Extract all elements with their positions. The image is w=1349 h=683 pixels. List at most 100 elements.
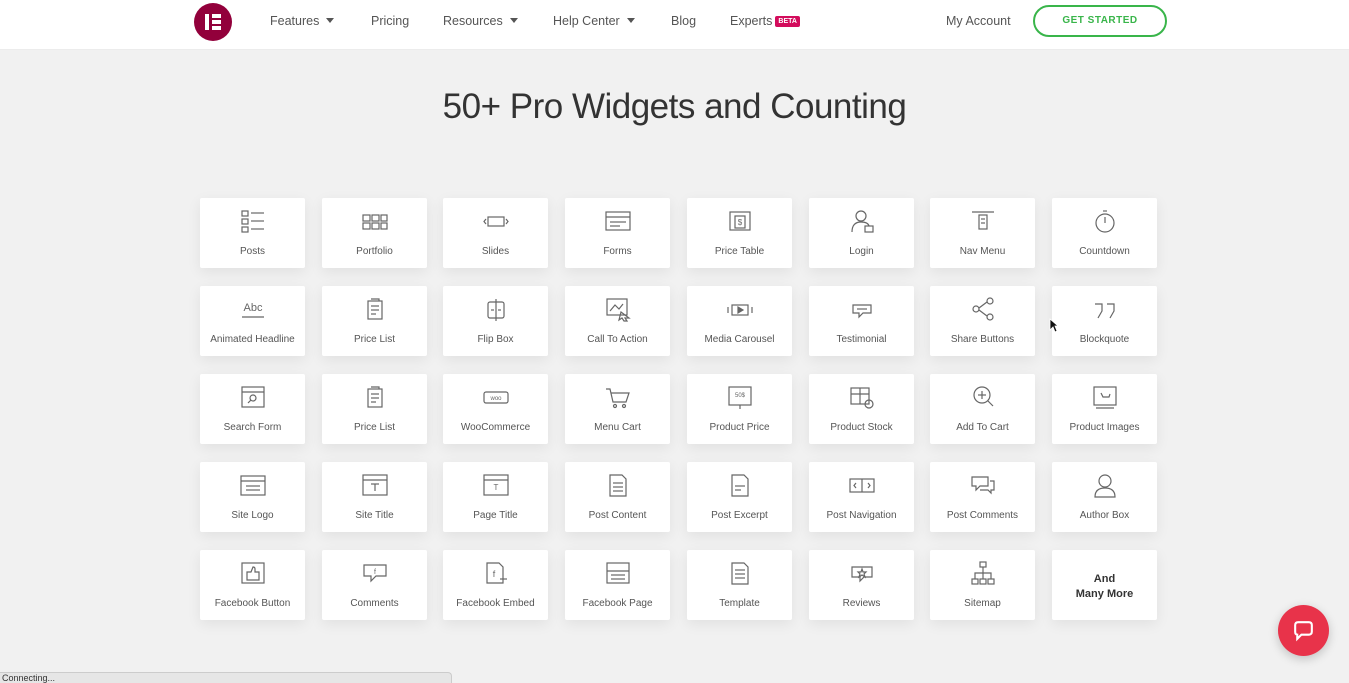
widget-tile[interactable]: Product Price xyxy=(687,374,792,444)
widget-tile[interactable]: Menu Cart xyxy=(565,374,670,444)
widget-tile[interactable]: Product Stock xyxy=(809,374,914,444)
list-icon xyxy=(240,208,266,234)
nav-help-center[interactable]: Help Center xyxy=(553,14,635,28)
post-excerpt-icon xyxy=(727,472,753,498)
widget-tile[interactable]: Page Title xyxy=(443,462,548,532)
widget-tile[interactable]: Post Navigation xyxy=(809,462,914,532)
chevron-down-icon xyxy=(509,18,518,23)
widget-tile[interactable]: Product Images xyxy=(1052,374,1157,444)
widget-tile[interactable]: Site Title xyxy=(322,462,427,532)
widget-label: Animated Headline xyxy=(210,334,295,345)
nav-pricing[interactable]: Pricing xyxy=(371,14,409,28)
widget-label: Comments xyxy=(350,598,399,609)
cart-icon xyxy=(605,384,631,410)
widget-label: Template xyxy=(719,598,760,609)
widget-tile[interactable]: Template xyxy=(687,550,792,620)
widget-tile[interactable]: Facebook Page xyxy=(565,550,670,620)
post-navigation-icon xyxy=(849,472,875,498)
widget-tile[interactable]: Countdown xyxy=(1052,198,1157,268)
widget-tile[interactable]: Post Content xyxy=(565,462,670,532)
widget-tile[interactable]: Call To Action xyxy=(565,286,670,356)
widget-tile[interactable]: Flip Box xyxy=(443,286,548,356)
widget-label: Author Box xyxy=(1079,510,1130,521)
widget-label: Sitemap xyxy=(964,598,1001,609)
widget-label: Facebook Page xyxy=(582,598,653,609)
widget-tile[interactable]: Author Box xyxy=(1052,462,1157,532)
widget-tile[interactable]: Reviews xyxy=(809,550,914,620)
widget-tile[interactable]: Sitemap xyxy=(930,550,1035,620)
user-lock-icon xyxy=(849,208,875,234)
widget-tile[interactable]: Media Carousel xyxy=(687,286,792,356)
price-list-icon xyxy=(362,384,388,410)
chevron-down-icon xyxy=(326,18,335,23)
flip-box-icon xyxy=(483,296,509,322)
widget-label: Site Title xyxy=(355,510,394,521)
price-list-icon xyxy=(362,296,388,322)
abc-icon xyxy=(240,296,266,322)
widget-label: Facebook Embed xyxy=(456,598,535,609)
widget-tile[interactable]: Login xyxy=(809,198,914,268)
elementor-logo[interactable] xyxy=(194,3,232,41)
widget-label: Call To Action xyxy=(587,334,648,345)
widget-tile[interactable]: Price List xyxy=(322,374,427,444)
widget-label: Login xyxy=(849,246,874,257)
site-title-icon xyxy=(362,472,388,498)
add-to-cart-icon xyxy=(970,384,996,410)
widget-tile[interactable]: Site Logo xyxy=(200,462,305,532)
nav-resources-label: Resources xyxy=(443,14,503,28)
thumbs-up-icon xyxy=(240,560,266,586)
grid-icon xyxy=(362,208,388,234)
slides-icon xyxy=(483,208,509,234)
widget-label: Price List xyxy=(353,334,396,345)
widget-label: Product Stock xyxy=(830,422,893,433)
widget-label: Post Navigation xyxy=(826,510,897,521)
nav-features[interactable]: Features xyxy=(270,14,335,28)
widget-tile[interactable]: Search Form xyxy=(200,374,305,444)
widget-label: Page Title xyxy=(473,510,518,521)
widget-tile[interactable]: Post Comments xyxy=(930,462,1035,532)
nav-blog-label: Blog xyxy=(671,14,697,28)
chat-bubble-icon xyxy=(1294,621,1313,642)
chat-button[interactable] xyxy=(1278,605,1329,656)
widget-tile[interactable]: Slides xyxy=(443,198,548,268)
widget-tile[interactable]: Facebook Embed xyxy=(443,550,548,620)
widget-tile[interactable]: Animated Headline xyxy=(200,286,305,356)
widget-tile[interactable]: Forms xyxy=(565,198,670,268)
widget-tile[interactable]: Add To Cart xyxy=(930,374,1035,444)
widget-tile[interactable]: Price List xyxy=(322,286,427,356)
widget-label: Post Excerpt xyxy=(711,510,768,521)
and-many-more-label: And Many More xyxy=(1052,572,1157,602)
page-heading: 50+ Pro Widgets and Counting xyxy=(442,87,907,126)
widget-label: Media Carousel xyxy=(704,334,775,345)
widget-label: WooCommerce xyxy=(460,422,531,433)
beta-badge: BETA xyxy=(775,16,800,27)
media-carousel-icon xyxy=(727,296,753,322)
widget-tile[interactable]: Share Buttons xyxy=(930,286,1035,356)
widget-tile[interactable]: Facebook Button xyxy=(200,550,305,620)
widget-label: Share Buttons xyxy=(950,334,1015,345)
mouse-cursor-icon xyxy=(1049,318,1059,333)
widget-tile[interactable]: WooCommerce xyxy=(443,374,548,444)
product-price-icon xyxy=(727,384,753,410)
widget-tile[interactable]: Nav Menu xyxy=(930,198,1035,268)
widget-tile[interactable]: Price Table xyxy=(687,198,792,268)
widget-tile[interactable]: Testimonial xyxy=(809,286,914,356)
get-started-button[interactable]: GET STARTED xyxy=(1033,5,1167,37)
comments-icon xyxy=(970,472,996,498)
facebook-page-icon xyxy=(605,560,631,586)
stopwatch-icon xyxy=(1092,208,1118,234)
widget-tile[interactable]: Posts xyxy=(200,198,305,268)
widget-tile[interactable]: And Many More xyxy=(1052,550,1157,620)
page-title-icon xyxy=(483,472,509,498)
nav-resources[interactable]: Resources xyxy=(443,14,518,28)
nav-blog[interactable]: Blog xyxy=(671,14,696,28)
widget-tile[interactable]: Portfolio xyxy=(322,198,427,268)
widget-tile[interactable]: Blockquote xyxy=(1052,286,1157,356)
widget-label: Product Images xyxy=(1069,422,1140,433)
widget-tile[interactable]: Comments xyxy=(322,550,427,620)
status-bar: Connecting... xyxy=(0,672,452,683)
widget-label: Menu Cart xyxy=(594,422,641,433)
nav-my-account[interactable]: My Account xyxy=(946,14,1011,28)
widget-tile[interactable]: Post Excerpt xyxy=(687,462,792,532)
nav-experts[interactable]: Experts BETA xyxy=(730,14,800,28)
